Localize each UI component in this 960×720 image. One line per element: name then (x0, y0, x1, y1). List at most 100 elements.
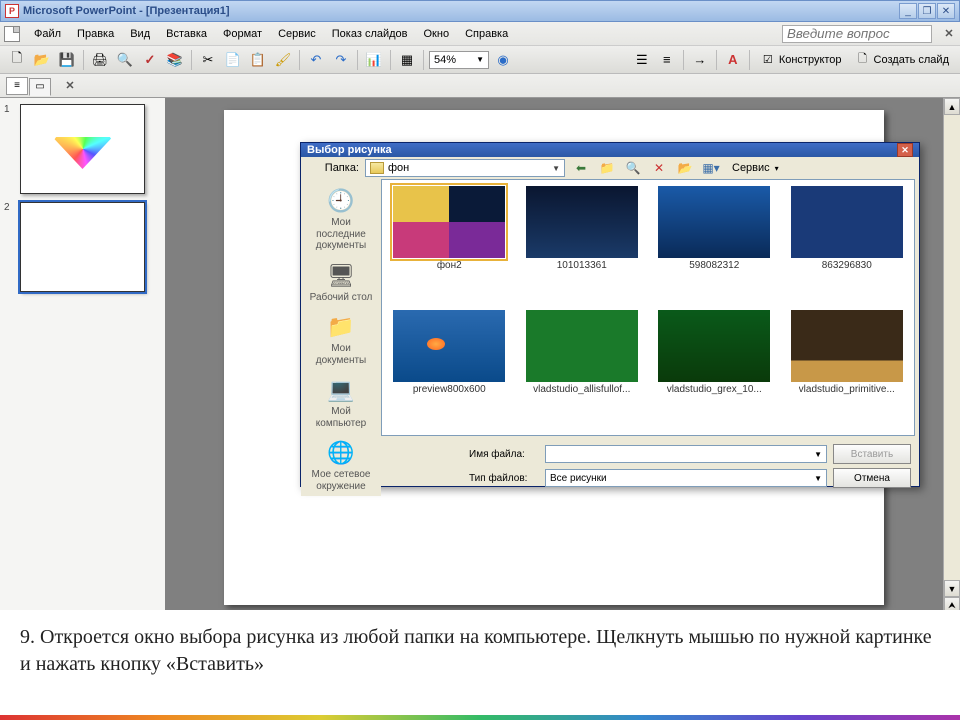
new-slide-icon: 🗋 (855, 52, 871, 68)
file-item[interactable]: фон2 (388, 186, 511, 306)
file-item[interactable]: preview800x600 (388, 310, 511, 430)
network-icon: 🌐 (325, 439, 357, 467)
file-list[interactable]: фон2 101013361 598082312 863296830 previ… (381, 179, 915, 436)
folder-combo[interactable]: фон ▼ (365, 159, 565, 177)
vertical-scrollbar[interactable]: ▲ ▼ ⮝ ⮟ (943, 98, 960, 631)
mdi-close-button[interactable]: ✕ (942, 27, 956, 41)
document-icon[interactable] (4, 26, 20, 42)
close-button[interactable]: ✕ (937, 3, 955, 19)
colorfan-icon (53, 129, 113, 169)
menu-view[interactable]: Вид (122, 26, 158, 42)
copy-icon[interactable]: 📄 (222, 49, 244, 71)
place-network[interactable]: 🌐Мое сетевое окружение (305, 435, 377, 496)
slide-panel: 1 2 (0, 98, 165, 631)
app-icon: P (5, 4, 19, 18)
dialog-close-button[interactable]: ✕ (897, 143, 913, 157)
slides-tab[interactable]: ▭ (29, 78, 51, 96)
search-icon[interactable]: 🔍 (623, 159, 643, 177)
open-icon[interactable]: 📂 (31, 49, 53, 71)
preview-icon[interactable]: 🔍 (114, 49, 136, 71)
select-picture-dialog: Выбор рисунка ✕ Папка: фон ▼ ⬅ 📁 🔍 ✕ 📂 ▦… (300, 142, 920, 487)
place-documents[interactable]: 📁Мои документы (305, 309, 377, 370)
thumbnail-image (20, 104, 145, 194)
zoom-combo[interactable]: 54%▼ (429, 51, 489, 69)
views-icon[interactable]: ▦▾ (701, 159, 721, 177)
dialog-toolbar: Папка: фон ▼ ⬅ 📁 🔍 ✕ 📂 ▦▾ Сервис▾ (301, 157, 919, 179)
slide-number: 2 (4, 202, 16, 292)
bullets-icon[interactable]: ☰ (631, 49, 653, 71)
restore-button[interactable]: ❐ (918, 3, 936, 19)
outline-tab[interactable]: ≡ (6, 77, 28, 95)
dialog-titlebar[interactable]: Выбор рисунка ✕ (301, 143, 919, 157)
app-title: Microsoft PowerPoint - [Презентация1] (23, 5, 899, 17)
new-folder-icon[interactable]: 📂 (675, 159, 695, 177)
delete-icon[interactable]: ✕ (649, 159, 669, 177)
menu-insert[interactable]: Вставка (158, 26, 215, 42)
file-item[interactable]: vladstudio_allisfullof... (521, 310, 644, 430)
computer-icon: 💻 (325, 376, 357, 404)
table-icon[interactable]: ▦ (396, 49, 418, 71)
place-desktop[interactable]: 🖥Рабочий стол (305, 258, 377, 308)
recent-icon: 🕘 (325, 187, 357, 215)
documents-icon: 📁 (325, 313, 357, 341)
file-item[interactable]: 863296830 (786, 186, 909, 306)
menu-edit[interactable]: Правка (69, 26, 122, 42)
cancel-button[interactable]: Отмена (833, 468, 911, 488)
up-icon[interactable]: 📁 (597, 159, 617, 177)
scroll-down-button[interactable]: ▼ (944, 580, 960, 597)
instruction-caption: 9. Откроется окно выбора рисунка из любо… (0, 610, 960, 720)
menu-bar: Файл Правка Вид Вставка Формат Сервис По… (0, 22, 960, 46)
slide-thumbnail[interactable]: 2 (4, 202, 161, 292)
slide-number: 1 (4, 104, 16, 194)
menu-help[interactable]: Справка (457, 26, 516, 42)
save-icon[interactable]: 💾 (56, 49, 78, 71)
help-icon[interactable]: ◉ (492, 49, 514, 71)
help-search-input[interactable] (782, 25, 932, 43)
menu-tools[interactable]: Сервис (270, 26, 324, 42)
numbering-icon[interactable]: ≡ (656, 49, 678, 71)
menu-file[interactable]: Файл (26, 26, 69, 42)
scroll-up-button[interactable]: ▲ (944, 98, 960, 115)
dialog-title: Выбор рисунка (307, 144, 897, 156)
places-bar: 🕘Мои последние документы 🖥Рабочий стол 📁… (301, 179, 381, 496)
format-painter-icon[interactable]: 🖌 (272, 49, 294, 71)
filetype-combo[interactable]: Все рисунки▼ (545, 469, 827, 487)
desktop-icon: 🖥 (325, 262, 357, 290)
outline-tab-strip: ≡ ▭ ✕ (0, 74, 960, 98)
print-icon[interactable]: 🖨 (89, 49, 111, 71)
new-slide-button[interactable]: 🗋Создать слайд (850, 49, 954, 71)
filename-label: Имя файла: (469, 449, 539, 460)
place-recent[interactable]: 🕘Мои последние документы (305, 183, 377, 256)
new-icon[interactable]: 🗋 (6, 49, 28, 71)
undo-icon[interactable]: ↶ (305, 49, 327, 71)
thumbnail-image (20, 202, 145, 292)
file-item[interactable]: 598082312 (653, 186, 776, 306)
paste-icon[interactable]: 📋 (247, 49, 269, 71)
cut-icon[interactable]: ✂ (197, 49, 219, 71)
folder-icon (370, 162, 384, 174)
spellcheck-icon[interactable]: ✓ (139, 49, 161, 71)
menu-window[interactable]: Окно (416, 26, 458, 42)
panel-close-button[interactable]: ✕ (63, 79, 77, 93)
back-icon[interactable]: ⬅ (571, 159, 591, 177)
minimize-button[interactable]: _ (899, 3, 917, 19)
filename-input[interactable]: ▼ (545, 445, 827, 463)
design-button[interactable]: ☑Конструктор (755, 49, 847, 71)
tools-dropdown[interactable]: Сервис▾ (727, 157, 784, 179)
standard-toolbar: 🗋 📂 💾 🖨 🔍 ✓ 📚 ✂ 📄 📋 🖌 ↶ ↷ 📊 ▦ 54%▼ ◉ ☰ ≡… (0, 46, 960, 74)
font-color-icon[interactable]: A (722, 49, 744, 71)
rainbow-divider (0, 715, 960, 720)
place-computer[interactable]: 💻Мой компьютер (305, 372, 377, 433)
design-icon: ☑ (760, 52, 776, 68)
menu-slideshow[interactable]: Показ слайдов (324, 26, 416, 42)
file-item[interactable]: vladstudio_primitive... (786, 310, 909, 430)
file-item[interactable]: 101013361 (521, 186, 644, 306)
menu-format[interactable]: Формат (215, 26, 270, 42)
chart-icon[interactable]: 📊 (363, 49, 385, 71)
research-icon[interactable]: 📚 (164, 49, 186, 71)
redo-icon[interactable]: ↷ (330, 49, 352, 71)
insert-button[interactable]: Вставить (833, 444, 911, 464)
slide-thumbnail[interactable]: 1 (4, 104, 161, 194)
increase-indent-icon[interactable]: → (689, 49, 711, 71)
file-item[interactable]: vladstudio_grex_10... (653, 310, 776, 430)
